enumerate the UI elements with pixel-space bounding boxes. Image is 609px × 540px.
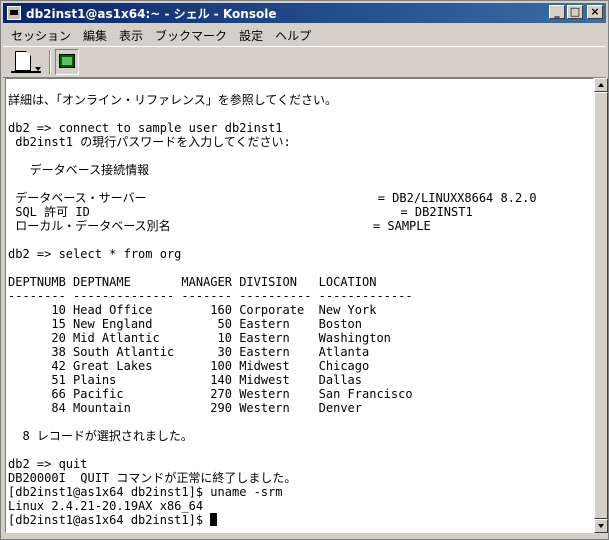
menu-view[interactable]: 表示 <box>113 27 149 44</box>
minimize-button[interactable]: _ <box>549 5 565 19</box>
terminal-line: DB20000I QUIT コマンドが正常に終了しました。 <box>8 471 297 485</box>
terminal-line: 42 Great Lakes 100 Midwest Chicago <box>8 359 370 373</box>
terminal-line: 51 Plains 140 Midwest Dallas <box>8 373 363 387</box>
terminal-line: データベース接続情報 <box>8 163 150 177</box>
scrollbar-thumb[interactable] <box>594 92 608 519</box>
menu-bookmarks[interactable]: ブックマーク <box>149 27 233 44</box>
menu-session[interactable]: セッション <box>5 27 77 44</box>
scroll-up-button[interactable] <box>594 78 608 92</box>
terminal-line: Linux 2.4.21-20.19AX x86_64 <box>8 499 204 513</box>
close-button[interactable]: × <box>587 5 603 19</box>
terminal-line: [db2inst1@as1x64 db2inst1]$ uname -srm <box>8 485 283 499</box>
window-title: db2inst1@as1x64:~ - シェル - Konsole <box>26 6 277 21</box>
terminal-line: 8 レコードが選択されました。 <box>8 429 193 443</box>
terminal-line: 詳細は、「オンライン・リファレンス」を参照してください。 <box>8 93 338 107</box>
terminal-prompt: [db2inst1@as1x64 db2inst1]$ <box>8 513 211 527</box>
terminal-line: db2inst1 の現行パスワードを入力してください: <box>8 135 291 149</box>
terminal-line: -------- -------------- ------- --------… <box>8 289 413 303</box>
new-session-icon <box>15 51 31 71</box>
konsole-app-icon[interactable] <box>7 6 21 20</box>
menu-edit[interactable]: 編集 <box>77 27 113 44</box>
terminal-line: SQL 許可 ID = DB2INST1 <box>8 205 473 219</box>
window-controls: _ □ × <box>549 5 603 19</box>
terminal-line: db2 => select * from org <box>8 247 182 261</box>
terminal-session-button[interactable] <box>55 49 79 75</box>
menu-help[interactable]: ヘルプ <box>269 27 317 44</box>
terminal-icon <box>59 54 75 68</box>
vertical-scrollbar[interactable] <box>594 78 608 533</box>
terminal-line: 38 South Atlantic 30 Eastern Atlanta <box>8 345 370 359</box>
new-session-button[interactable] <box>7 49 43 75</box>
terminal-line: 15 New England 50 Eastern Boston <box>8 317 363 331</box>
underline-decoration <box>11 71 41 73</box>
text-cursor <box>210 513 218 526</box>
terminal-line: db2 => quit <box>8 457 88 471</box>
terminal-line: ローカル・データベース別名 = SAMPLE <box>8 219 431 233</box>
maximize-button[interactable]: □ <box>567 5 583 19</box>
terminal-line: db2 => connect to sample user db2inst1 <box>8 121 283 135</box>
scroll-down-button[interactable] <box>594 519 608 533</box>
menu-bar: セッション 編集 表示 ブックマーク 設定 ヘルプ <box>5 25 317 45</box>
terminal-line: 20 Mid Atlantic 10 Eastern Washington <box>8 331 391 345</box>
toolbar-separator <box>49 50 51 74</box>
terminal-line: データベース・サーバー = DB2/LINUXX8664 8.2.0 <box>8 191 537 205</box>
menu-settings[interactable]: 設定 <box>233 27 269 44</box>
terminal-line: 10 Head Office 160 Corporate New York <box>8 303 377 317</box>
konsole-window: db2inst1@as1x64:~ - シェル - Konsole _ □ × … <box>0 0 609 540</box>
toolbar <box>3 46 606 78</box>
terminal-area[interactable]: 詳細は、「オンライン・リファレンス」を参照してください。 db2 => conn… <box>5 78 594 533</box>
terminal-output: 詳細は、「オンライン・リファレンス」を参照してください。 db2 => conn… <box>8 93 537 527</box>
title-bar[interactable]: db2inst1@as1x64:~ - シェル - Konsole _ □ × <box>3 3 606 23</box>
terminal-line: 66 Pacific 270 Western San Francisco <box>8 387 413 401</box>
terminal-line: DEPTNUMB DEPTNAME MANAGER DIVISION LOCAT… <box>8 275 377 289</box>
terminal-line: 84 Mountain 290 Western Denver <box>8 401 363 415</box>
